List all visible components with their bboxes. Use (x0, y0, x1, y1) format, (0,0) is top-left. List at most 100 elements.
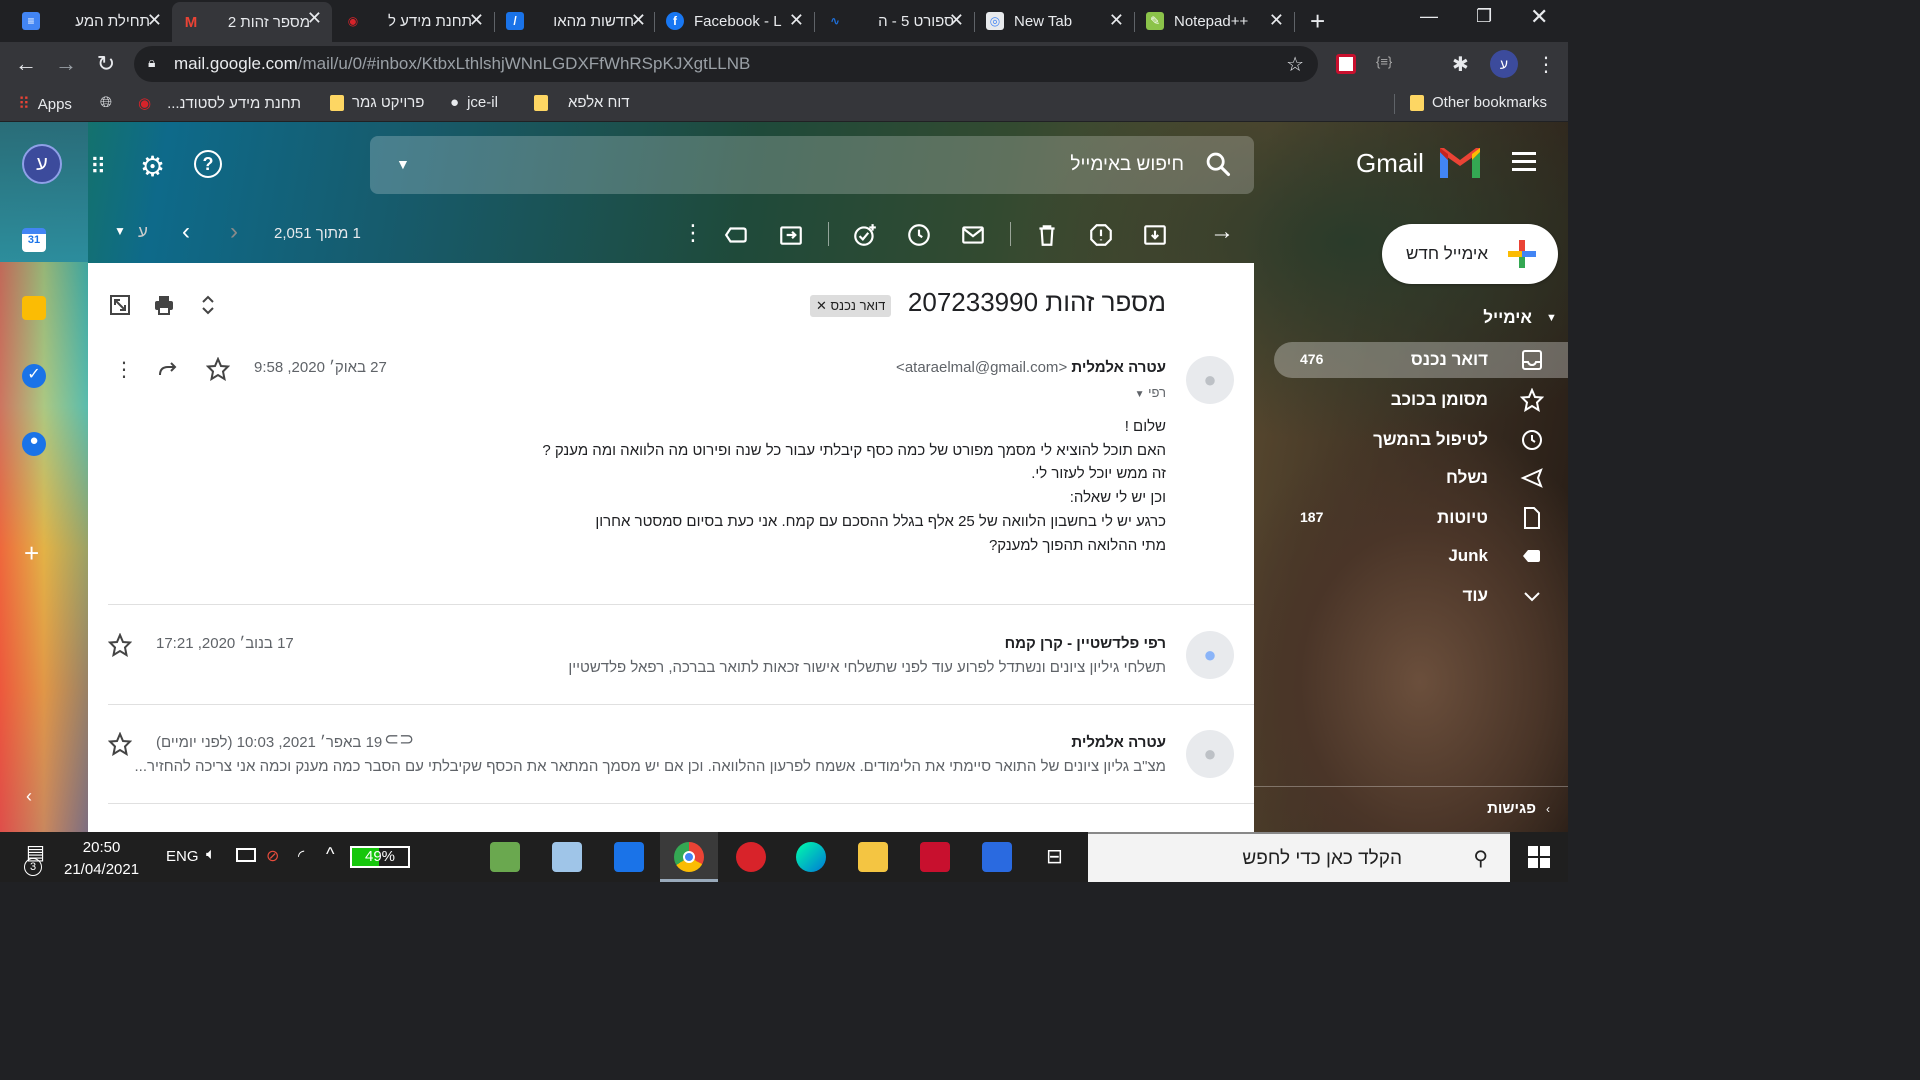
compose-button[interactable]: אימייל חדש (1382, 224, 1558, 284)
search-bar[interactable]: ▼ חיפוש באימייל (370, 136, 1254, 194)
tasks-icon[interactable]: ✓ (22, 364, 46, 388)
calendar-icon[interactable]: 31 (22, 228, 46, 252)
close-icon[interactable]: ✕ (631, 10, 646, 31)
windows-start-icon[interactable] (1528, 846, 1550, 868)
nav-sent[interactable]: נשלח (1274, 460, 1568, 496)
add-addon-icon[interactable]: + (24, 538, 39, 569)
profile-avatar[interactable]: ע (1490, 50, 1518, 78)
taskbar-search-box[interactable]: הקלד כאן כדי לחפש ⚲ (1088, 832, 1510, 882)
star-icon[interactable] (108, 633, 132, 657)
input-tools-lang[interactable]: ע (138, 222, 148, 242)
newer-chevron-icon[interactable]: ‹ (182, 218, 190, 246)
search-options-icon[interactable]: ▼ (396, 156, 410, 172)
mcafee-icon[interactable] (920, 842, 950, 872)
open-in-new-window-icon[interactable] (108, 293, 132, 317)
restore-button[interactable]: ❐ (1476, 6, 1492, 27)
browser-tab[interactable]: ◉ תחנת מידע ל ✕ (334, 4, 494, 38)
apps-grid-icon[interactable]: ⠿ (90, 154, 106, 180)
window-close-button[interactable]: ✕ (1530, 4, 1548, 30)
print-icon[interactable] (152, 293, 176, 317)
older-chevron-icon[interactable]: › (230, 218, 238, 246)
nav-junk[interactable]: Junk (1274, 538, 1568, 574)
input-tools-dropdown-icon[interactable]: ▼ (114, 224, 126, 238)
recipient-line[interactable]: רפי ▼ (1135, 385, 1166, 400)
globe-bookmark[interactable]: 🌐︎ (100, 94, 112, 111)
minimize-button[interactable]: — (1420, 6, 1438, 27)
sender-avatar[interactable]: ● (1186, 631, 1234, 679)
search-input[interactable]: חיפוש באימייל (1070, 154, 1184, 176)
mark-unread-icon[interactable] (960, 222, 986, 248)
menu-dots-icon[interactable]: ⋮ (1536, 52, 1556, 77)
more-actions-icon[interactable]: ⋮ (682, 220, 704, 246)
nav-snoozed[interactable]: לטיפול בהמשך (1274, 422, 1568, 458)
star-icon[interactable] (108, 732, 132, 756)
close-icon[interactable]: ✕ (469, 10, 484, 31)
volume-muted-icon[interactable]: 🔈︎ (206, 846, 216, 864)
message-snippet[interactable]: תשלחי גיליון ציונים ונשתדל לפרוע עוד לפנ… (568, 659, 1166, 676)
browser-tab[interactable]: ≡ תחילת המע ✕ (12, 4, 172, 38)
remove-label-icon[interactable]: ✕ (816, 298, 831, 313)
bookmark-item[interactable]: ● jce-il (450, 94, 498, 111)
close-icon[interactable]: ✕ (147, 10, 162, 31)
message-snippet[interactable]: מצ"ב גליון ציונים של התואר סיימתי את הלי… (134, 758, 1166, 775)
wifi-icon[interactable]: ◜ (298, 846, 304, 866)
message-sender[interactable]: עטרה אלמלית <ataraelmal@gmail.com> (896, 359, 1166, 376)
meet-section-title[interactable]: פגישות (1487, 800, 1536, 817)
section-collapse-icon[interactable]: ▼ (1546, 312, 1557, 324)
chrome-taskbar-active[interactable] (660, 832, 718, 882)
close-icon[interactable]: ✕ (949, 10, 964, 31)
back-button[interactable]: ← (12, 50, 40, 78)
expand-all-icon[interactable] (196, 293, 220, 317)
nav-drafts[interactable]: 187 טיוטות (1274, 500, 1568, 536)
browser-tab[interactable]: ✎ Notepad++ ✕ (1136, 4, 1294, 38)
bookmark-item[interactable]: פרויקט גמר (322, 94, 424, 111)
main-menu-icon[interactable] (1512, 152, 1536, 176)
browser-tab[interactable]: ∿ ספורט 5 - ה ✕ (816, 4, 974, 38)
delete-trash-icon[interactable] (1034, 222, 1060, 248)
meet-expand-icon[interactable]: ‹ (1546, 802, 1550, 816)
search-icon[interactable] (1204, 150, 1232, 178)
bookmark-star-icon[interactable]: ☆ (1286, 52, 1304, 77)
snooze-clock-icon[interactable] (906, 222, 932, 248)
file-explorer-icon[interactable] (858, 842, 888, 872)
mail-app-icon[interactable] (614, 842, 644, 872)
store-icon[interactable] (982, 842, 1012, 872)
sender-avatar[interactable]: ● (1186, 356, 1234, 404)
settings-gear-icon[interactable]: ⚙ (140, 150, 165, 183)
edge-icon[interactable] (796, 842, 826, 872)
label-icon[interactable] (724, 222, 750, 248)
browser-tab[interactable]: / חדשות מהאו ✕ (496, 4, 656, 38)
app-icon[interactable] (552, 842, 582, 872)
collapse-side-panel-icon[interactable]: ‹ (26, 786, 32, 807)
browser-tab[interactable]: f Facebook - L ✕ (656, 4, 814, 38)
report-spam-icon[interactable] (1088, 222, 1114, 248)
sender-avatar[interactable]: ● (1186, 730, 1234, 778)
close-icon[interactable]: ✕ (1269, 10, 1284, 31)
message-sender[interactable]: רפי פלדשטיין - קרן קמח (1005, 635, 1166, 652)
browser-tab[interactable]: ◎ New Tab ✕ (976, 4, 1134, 38)
bookmark-item[interactable]: דוח אלפא (526, 94, 630, 111)
message-sender[interactable]: עטרה אלמלית (1071, 734, 1166, 751)
mail-section-title[interactable]: אימייל (1483, 308, 1532, 328)
close-icon[interactable]: ✕ (307, 8, 322, 29)
close-icon[interactable]: ✕ (1109, 10, 1124, 31)
power-icon[interactable] (236, 848, 256, 862)
account-avatar[interactable]: ע (22, 144, 62, 184)
app-icon[interactable] (490, 842, 520, 872)
nav-more[interactable]: עוד (1274, 578, 1568, 614)
keep-icon[interactable] (22, 296, 46, 320)
new-tab-button[interactable]: + (1310, 6, 1325, 37)
show-details-icon[interactable]: ▼ (1135, 389, 1145, 400)
mcafee-extension-icon[interactable] (1336, 54, 1356, 74)
system-clock[interactable]: 20:50 21/04/2021 (64, 837, 139, 881)
nav-inbox[interactable]: 476 דואר נכנס (1274, 342, 1568, 378)
extensions-puzzle-icon[interactable]: ✱ (1452, 52, 1469, 77)
nav-starred[interactable]: מסומן בכוכב (1274, 382, 1568, 418)
contacts-icon[interactable]: ● (22, 432, 46, 456)
app-icon[interactable] (736, 842, 766, 872)
bookmark-apps[interactable]: ⠿ Apps (18, 94, 72, 114)
close-icon[interactable]: ✕ (789, 10, 804, 31)
bookmark-item[interactable]: ◉ תחנת מידע לסטודנ... (138, 94, 301, 113)
security-warning-icon[interactable]: ⊘ (266, 846, 279, 866)
show-hidden-icons-chevron-icon[interactable]: ^ (326, 844, 334, 865)
